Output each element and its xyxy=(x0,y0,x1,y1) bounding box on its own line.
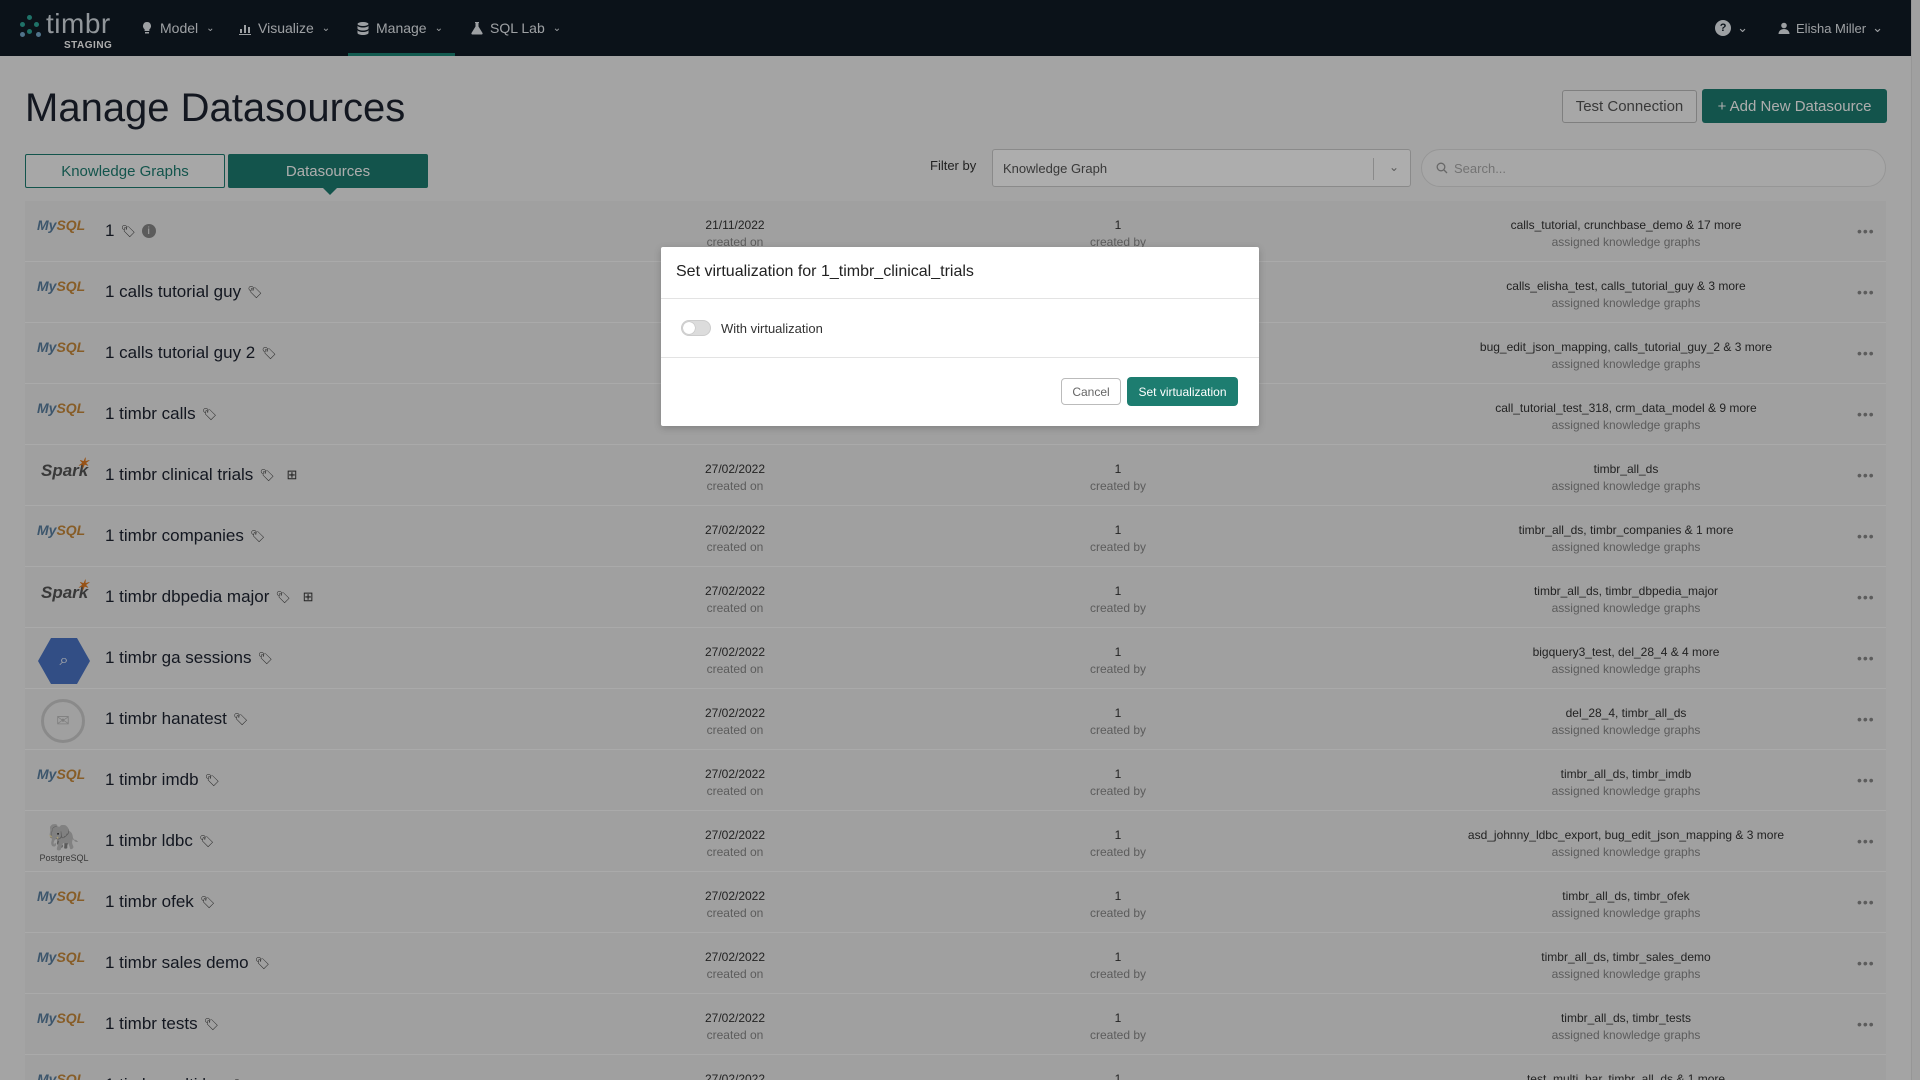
modal-title: Set virtualization for 1_timbr_clinical_… xyxy=(661,247,1259,299)
virtualization-modal: Set virtualization for 1_timbr_clinical_… xyxy=(661,247,1259,426)
virtualization-toggle[interactable] xyxy=(681,320,711,336)
modal-backdrop[interactable] xyxy=(0,0,1920,1080)
modal-body: With virtualization xyxy=(661,299,1259,358)
modal-footer: Cancel Set virtualization xyxy=(661,358,1259,424)
set-virtualization-button[interactable]: Set virtualization xyxy=(1127,377,1238,406)
cancel-button[interactable]: Cancel xyxy=(1061,378,1121,405)
virtualization-toggle-label: With virtualization xyxy=(721,320,823,336)
